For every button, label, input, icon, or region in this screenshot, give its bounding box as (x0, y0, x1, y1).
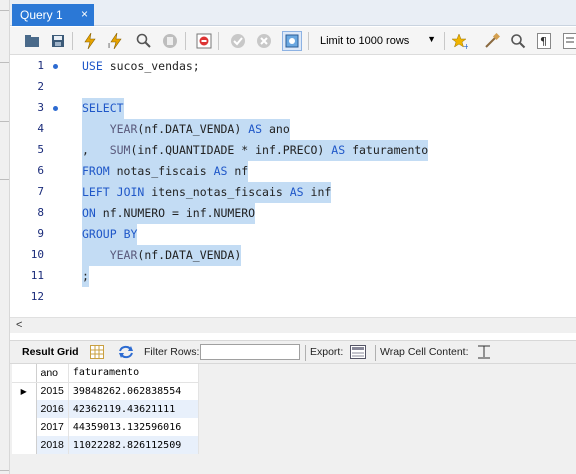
line-number: 8 (37, 206, 44, 219)
statement-marker-icon (53, 64, 58, 69)
line-number: 7 (37, 185, 44, 198)
table-row[interactable]: 2018 11022282.826112509 (12, 436, 199, 454)
editor-line[interactable]: 2 (10, 77, 576, 98)
grid-cell[interactable]: 11022282.826112509 (68, 436, 199, 454)
filter-rows-label: Filter Rows: (144, 346, 200, 358)
chevron-down-icon: ▼ (427, 34, 436, 44)
line-number: 10 (30, 248, 44, 261)
code-text: LEFT JOIN itens_notas_fiscais AS inf (82, 182, 332, 203)
svg-text:+: + (463, 42, 468, 49)
code-text: GROUP BY (82, 224, 138, 245)
result-grid: ano faturamento ▶ 2015 39848262.062838554 201… (10, 364, 576, 474)
export-label: Export: (310, 346, 344, 358)
code-text: USE sucos_vendas; (82, 59, 200, 73)
result-table: ano faturamento ▶ 2015 39848262.062838554 201… (12, 364, 199, 454)
sql-editor[interactable]: 1 USE sucos_vendas; 2 3 SELECT 4 YEAR(nf.DATA… (10, 56, 576, 316)
result-toolbar: Result Grid Filter Rows: Export: Wrap Ce… (10, 340, 576, 364)
export-icon[interactable] (350, 345, 366, 362)
code-text: YEAR(nf.DATA_VENDA) (82, 245, 242, 266)
close-icon[interactable]: × (81, 7, 88, 21)
open-folder-icon[interactable] (22, 31, 42, 51)
limit-rows-select[interactable]: Limit to 1000 rows ▼ (315, 32, 439, 50)
editor-horizontal-scrollbar[interactable]: < (10, 317, 576, 333)
grid-cell[interactable]: 2016 (36, 400, 69, 418)
code-text: ON nf.NUMERO = inf.NUMERO (82, 203, 256, 224)
code-text: SELECT (82, 98, 124, 119)
row-selector-header (12, 364, 37, 383)
column-header[interactable]: faturamento (68, 364, 199, 383)
result-grid-tab[interactable]: Result Grid (22, 346, 79, 358)
wrap-cell-label: Wrap Cell Content: (380, 346, 469, 358)
invisible-chars-icon[interactable]: ¶ (534, 31, 554, 51)
line-number: 9 (37, 227, 44, 240)
line-number: 6 (37, 164, 44, 177)
execute-icon[interactable] (80, 31, 100, 51)
editor-line[interactable]: 6 FROM notas_fiscais AS nf (10, 161, 576, 182)
save-icon[interactable] (48, 31, 68, 51)
grid-header-row: ano faturamento (12, 364, 199, 383)
grid-cell[interactable]: 2017 (36, 418, 69, 436)
column-header[interactable]: ano (36, 364, 69, 383)
editor-line[interactable]: 12 (10, 287, 576, 308)
line-number: 11 (30, 269, 44, 282)
svg-text:I: I (108, 42, 110, 49)
bookmark-icon[interactable]: + (450, 31, 470, 51)
autocommit-icon[interactable] (282, 31, 302, 51)
editor-line[interactable]: 10 YEAR(nf.DATA_VENDA) (10, 245, 576, 266)
editor-line[interactable]: 7 LEFT JOIN itens_notas_fiscais AS inf (10, 182, 576, 203)
sql-editor-toolbar: I Limit to 1000 rows ▼ + ¶ (10, 27, 576, 55)
table-row[interactable]: 2017 44359013.132596016 (12, 418, 199, 436)
grid-cell[interactable]: 39848262.062838554 (68, 382, 199, 400)
code-text: FROM notas_fiscais AS nf (82, 161, 249, 182)
editor-line[interactable]: 4 YEAR(nf.DATA_VENDA) AS ano (10, 119, 576, 140)
editor-line[interactable]: 5 , SUM(inf.QUANTIDADE * inf.PRECO) AS fa… (10, 140, 576, 161)
row-selector[interactable] (12, 400, 37, 418)
grid-cell[interactable]: 44359013.132596016 (68, 418, 199, 436)
left-panel-edge (0, 0, 10, 474)
filter-rows-input[interactable] (200, 344, 300, 360)
line-number: 3 (37, 101, 44, 114)
editor-line[interactable]: 9 GROUP BY (10, 224, 576, 245)
explain-icon[interactable] (134, 31, 154, 51)
line-number: 5 (37, 143, 44, 156)
grid-cell[interactable]: 42362119.43621111 (68, 400, 199, 418)
table-row[interactable]: 2016 42362119.43621111 (12, 400, 199, 418)
editor-line[interactable]: 8 ON nf.NUMERO = inf.NUMERO (10, 203, 576, 224)
beautify-icon[interactable] (482, 31, 502, 51)
grid-cell[interactable]: 2018 (36, 436, 69, 454)
editor-line[interactable]: 3 SELECT (10, 98, 576, 119)
stop-icon[interactable] (160, 31, 180, 51)
tab-bar: Query 1 × (10, 0, 576, 26)
scroll-left-icon[interactable]: < (16, 319, 22, 331)
tab-label: Query 1 (20, 8, 63, 22)
grid-view-icon[interactable] (90, 345, 104, 362)
execute-selection-icon[interactable]: I (106, 31, 126, 51)
editor-line[interactable]: 11; (10, 266, 576, 287)
commit-icon[interactable] (228, 31, 248, 51)
limit-rows-value: Limit to 1000 rows (320, 35, 410, 47)
line-number: 1 (37, 59, 44, 72)
code-text: , SUM(inf.QUANTIDADE * inf.PRECO) AS fat… (82, 140, 429, 161)
line-number: 4 (37, 122, 44, 135)
row-selector[interactable] (12, 436, 37, 454)
editor-line[interactable]: 1 USE sucos_vendas; (10, 56, 576, 77)
svg-text:¶: ¶ (540, 35, 547, 48)
code-text: YEAR(nf.DATA_VENDA) AS ano (82, 119, 290, 140)
line-number: 12 (30, 290, 44, 303)
find-icon[interactable] (508, 31, 528, 51)
grid-cell[interactable]: 2015 (36, 382, 69, 400)
code-text: ; (82, 266, 89, 287)
toggle-error-icon[interactable] (194, 31, 214, 51)
row-selector[interactable] (12, 418, 37, 436)
statement-marker-icon (53, 106, 58, 111)
wrap-cell-icon[interactable] (478, 345, 490, 362)
current-row-arrow-icon[interactable]: ▶ (12, 382, 37, 400)
line-number: 2 (37, 80, 44, 93)
rollback-icon[interactable] (254, 31, 274, 51)
word-wrap-icon[interactable] (560, 31, 576, 51)
tab-query-1[interactable]: Query 1 × (12, 4, 94, 26)
table-row[interactable]: ▶ 2015 39848262.062838554 (12, 382, 199, 400)
refresh-icon[interactable] (118, 345, 134, 362)
